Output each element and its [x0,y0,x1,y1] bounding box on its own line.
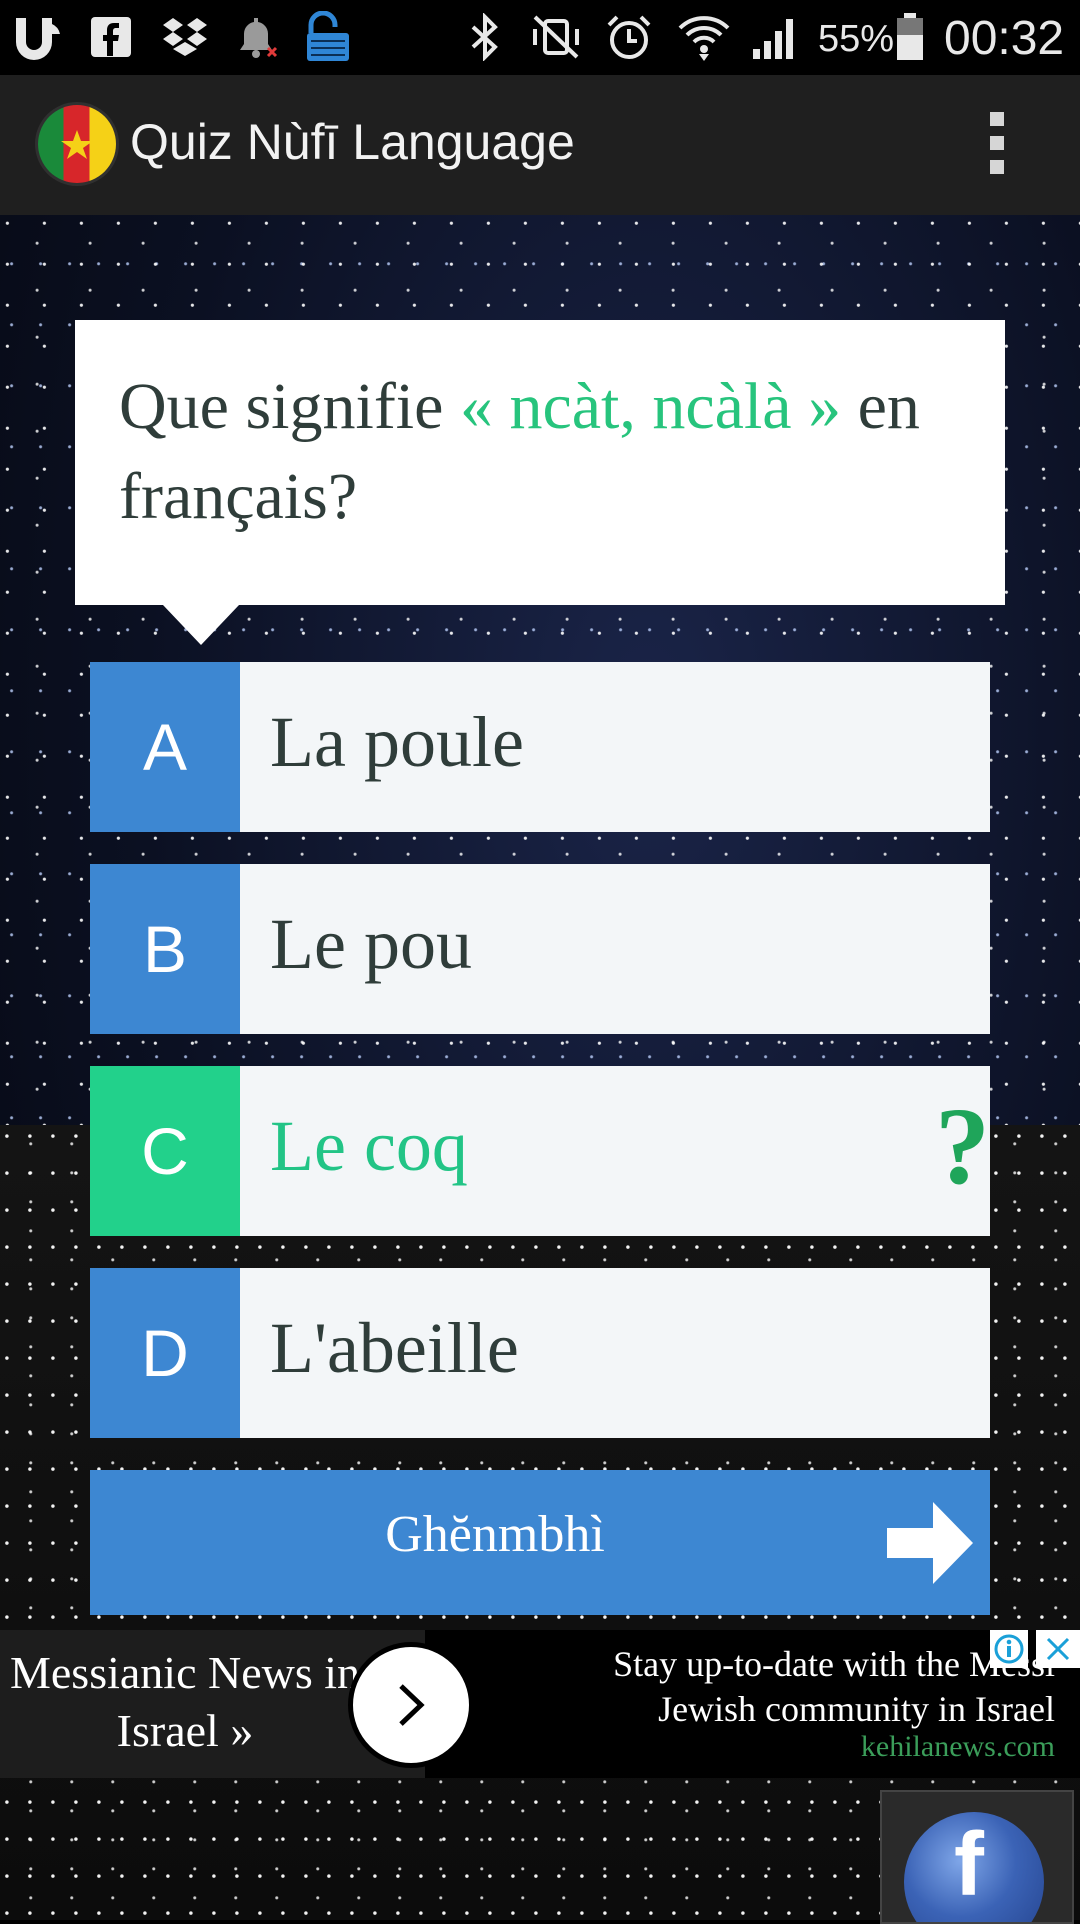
answer-text: L'abeille [270,1308,519,1388]
answer-letter: A [90,662,240,832]
battery-icon [895,12,925,62]
question-card: Que signifie « ncàt, ncàlà » en français… [75,320,1005,645]
question-text: Que signifie « ncàt, ncàlà » en français… [119,362,979,542]
wifi-icon [676,12,732,62]
question-prefix: Que signifie [119,370,460,443]
ad-body-line2: Jewish community in Israel [658,1689,1055,1729]
answer-letter: C [90,1066,240,1236]
ad-close-icon[interactable] [1036,1630,1080,1668]
facebook-share-button[interactable]: f [880,1790,1074,1924]
bell-muted-icon [232,12,282,62]
answer-option-a[interactable]: A La poule [90,662,990,832]
facebook-icon [88,12,134,62]
alarm-icon [604,12,654,62]
app-title: Quiz Nùfī Language [130,114,575,170]
unlock-icon [302,11,354,62]
vibrate-off-icon [530,12,582,62]
answer-letter: B [90,864,240,1034]
ad-headline: Messianic News in Israel » [9,1647,361,1756]
dropbox-icon [160,12,210,62]
next-button[interactable]: Ghĕnmbhì [90,1470,990,1615]
cameroon-flag-logo[interactable] [38,105,116,183]
question-term: « ncàt, ncàlà » [459,370,842,443]
ad-info-icon[interactable] [990,1630,1028,1668]
answer-option-b[interactable]: B Le pou [90,864,990,1034]
answer-text: La poule [270,702,524,782]
answer-text: Le coq [270,1106,468,1186]
bluetooth-icon [462,12,508,62]
facebook-f-icon: f [954,1815,984,1915]
battery-percent: 55% [818,18,895,60]
u-app-icon [10,12,66,62]
ad-body: Stay up-to-date with the Messi Jewish co… [470,1642,1055,1732]
answer-letter: D [90,1268,240,1438]
ad-domain: kehilanews.com [860,1730,1055,1763]
app-bar: Quiz Nùfī Language [0,75,1080,215]
overflow-menu-icon[interactable] [985,112,1009,180]
ad-body-line1: Stay up-to-date with the Messi [613,1644,1055,1684]
clock: 00:32 [944,12,1065,65]
status-bar: 55% 00:32 [0,0,1080,75]
next-button-label: Ghĕnmbhì [385,1506,605,1563]
answer-text: Le pou [270,904,472,984]
answer-option-c[interactable]: C Le coq ? [90,1066,990,1236]
chevron-right-icon [399,1684,425,1726]
arrow-right-icon [887,1502,973,1584]
ad-banner[interactable]: Messianic News in Israel » Stay up-to-da… [0,1630,1080,1778]
answer-option-d[interactable]: D L'abeille [90,1268,990,1438]
signal-icon [750,12,802,62]
question-mark-icon: ? [935,1085,990,1207]
ad-open-button[interactable] [348,1642,474,1768]
